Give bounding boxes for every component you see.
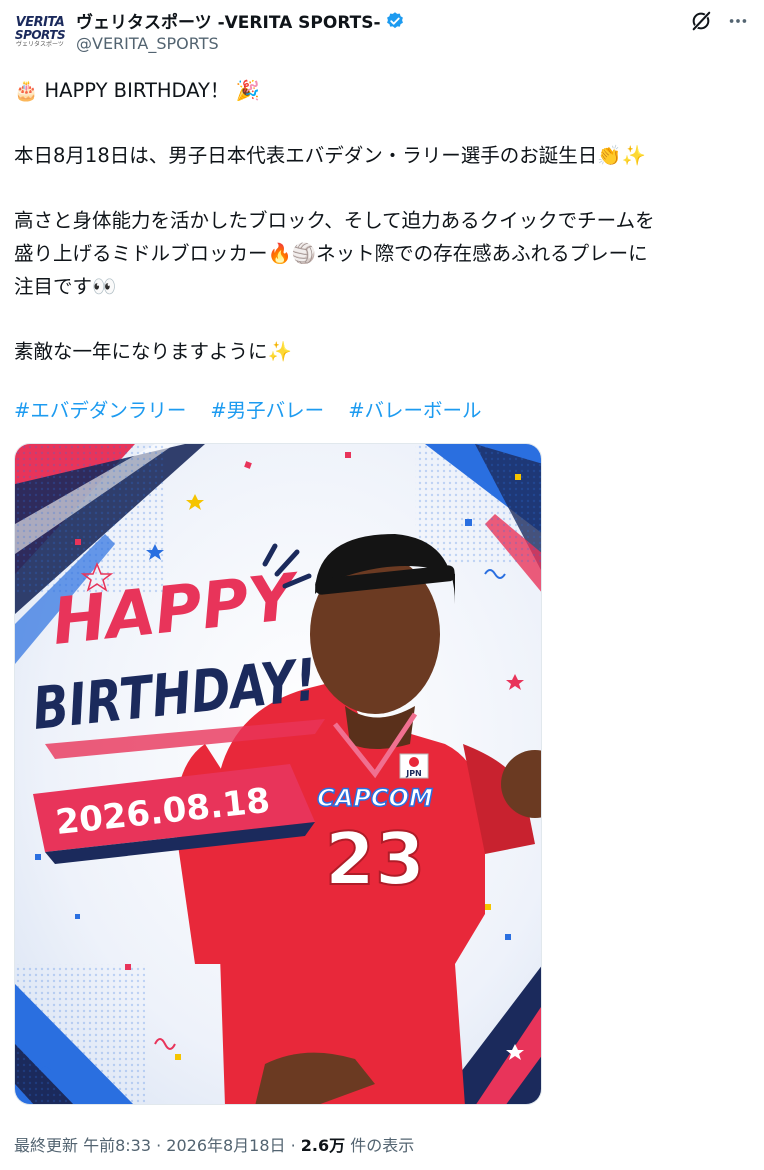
wish-text: 素敵な一年になりますように — [14, 340, 268, 363]
post-line-2: 本日8月18日は、男子日本代表エバデダン・ラリー選手のお誕生日👏✨ — [14, 139, 750, 172]
avatar-logo-line2: SPORTS — [14, 28, 66, 42]
sparkles-emoji-icon: ✨ — [621, 144, 646, 167]
grok-icon[interactable] — [690, 10, 712, 32]
view-count: 2.6万 — [300, 1136, 346, 1155]
hashtags: #エバデダンラリー #男子バレー #バレーボール — [14, 394, 506, 423]
hashtag-link[interactable]: #バレーボール — [348, 399, 481, 422]
hashtag-link[interactable]: #男子バレー — [210, 399, 324, 422]
description-part: 盛り上げるミドルブロッカー — [14, 242, 268, 265]
post-line-4: 素敵な一年になりますように✨ — [14, 335, 750, 368]
fire-emoji-icon: 🔥 — [267, 242, 292, 265]
view-label: 件の表示 — [345, 1136, 415, 1155]
post-text: 🎂 HAPPY BIRTHDAY！ 🎉 本日8月18日は、男子日本代表エバデダン… — [14, 74, 750, 368]
post-line-3a: 高さと身体能力を活かしたブロック、そして迫力あるクイックでチームを — [14, 209, 655, 232]
flag-circle — [409, 757, 419, 767]
avatar[interactable]: VERITA SPORTS ヴェリタスポーツ — [14, 9, 66, 57]
description-part: 注目です — [14, 275, 93, 298]
post-header: VERITA SPORTS ヴェリタスポーツ ヴェリタスポーツ -VERITA … — [14, 6, 754, 64]
cake-emoji-icon: 🎂 — [14, 79, 39, 102]
birthday-graphic: JPN CAPCOM 23 HAPPY BIRTHDAY! 2026.08.18 — [15, 444, 541, 1104]
name-row: ヴェリタスポーツ -VERITA SPORTS- — [76, 8, 405, 33]
post-meta: 最終更新 午前8:33 · 2026年8月18日 · 2.6万 件の表示 — [14, 1132, 414, 1156]
post-line-1: 🎂 HAPPY BIRTHDAY！ 🎉 — [14, 74, 750, 107]
jersey-sponsor: CAPCOM — [317, 784, 433, 812]
timestamp[interactable]: 最終更新 午前8:33 · 2026年8月18日 · — [14, 1136, 301, 1155]
verified-badge-icon — [386, 11, 403, 28]
birthday-heading: HAPPY BIRTHDAY！ — [44, 79, 230, 102]
clap-emoji-icon: 👏 — [597, 144, 622, 167]
account-handle[interactable]: @VERITA_SPORTS — [76, 34, 219, 53]
volleyball-emoji-icon: 🏐 — [291, 242, 317, 265]
post-line-3c: 注目です👀 — [14, 270, 750, 303]
sparkles-emoji-icon: ✨ — [267, 340, 292, 363]
post-image[interactable]: JPN CAPCOM 23 HAPPY BIRTHDAY! 2026.08.18 — [14, 443, 542, 1105]
avatar-logo-line3: ヴェリタスポーツ — [16, 41, 64, 48]
more-icon[interactable] — [726, 10, 750, 32]
post-line-3b: 盛り上げるミドルブロッカー🔥🏐ネット際での存在感あふれるプレーに — [14, 237, 750, 270]
description-part: ネット際での存在感あふれるプレーに — [316, 242, 648, 265]
jersey-number: 23 — [325, 817, 425, 901]
birthday-announcement: 本日8月18日は、男子日本代表エバデダン・ラリー選手のお誕生日 — [14, 144, 598, 167]
eyes-emoji-icon: 👀 — [92, 275, 117, 298]
party-popper-emoji-icon: 🎉 — [235, 79, 260, 102]
display-name[interactable]: ヴェリタスポーツ -VERITA SPORTS- — [76, 8, 381, 33]
jersey-flag-label: JPN — [405, 769, 422, 778]
hashtag-link[interactable]: #エバデダンラリー — [14, 399, 186, 422]
